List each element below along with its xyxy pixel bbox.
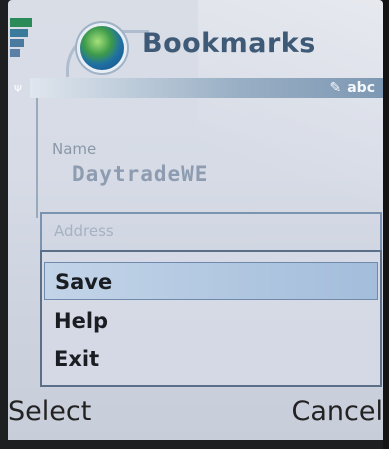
select-softkey[interactable]: Select [8, 396, 91, 427]
page-title: Bookmarks [142, 28, 316, 59]
pen-icon: ✎ [329, 80, 342, 96]
globe-icon [80, 26, 124, 70]
form-divider [36, 98, 38, 218]
name-field-label: Name [52, 140, 97, 158]
menu-item-save[interactable]: Save [44, 262, 378, 300]
menu-item-help[interactable]: Help [44, 302, 378, 340]
cancel-softkey[interactable]: Cancel [292, 396, 383, 427]
name-field[interactable]: DaytradeWE [72, 162, 208, 186]
signal-strength-icon [8, 18, 34, 78]
phone-screen: Ψ Bookmarks ✎ abc Name DaytradeWE Address… [8, 0, 383, 440]
menu-item-exit[interactable]: Exit [44, 340, 378, 378]
phone-bezel-edge [383, 0, 389, 449]
input-mode-indicator: ✎ abc [329, 78, 375, 98]
softkey-bar: Select Cancel [8, 392, 383, 436]
antenna-icon: Ψ [14, 84, 22, 95]
address-field-label: Address [54, 222, 114, 240]
input-mode-label: abc [347, 80, 375, 96]
options-menu: Save Help Exit [40, 250, 382, 387]
